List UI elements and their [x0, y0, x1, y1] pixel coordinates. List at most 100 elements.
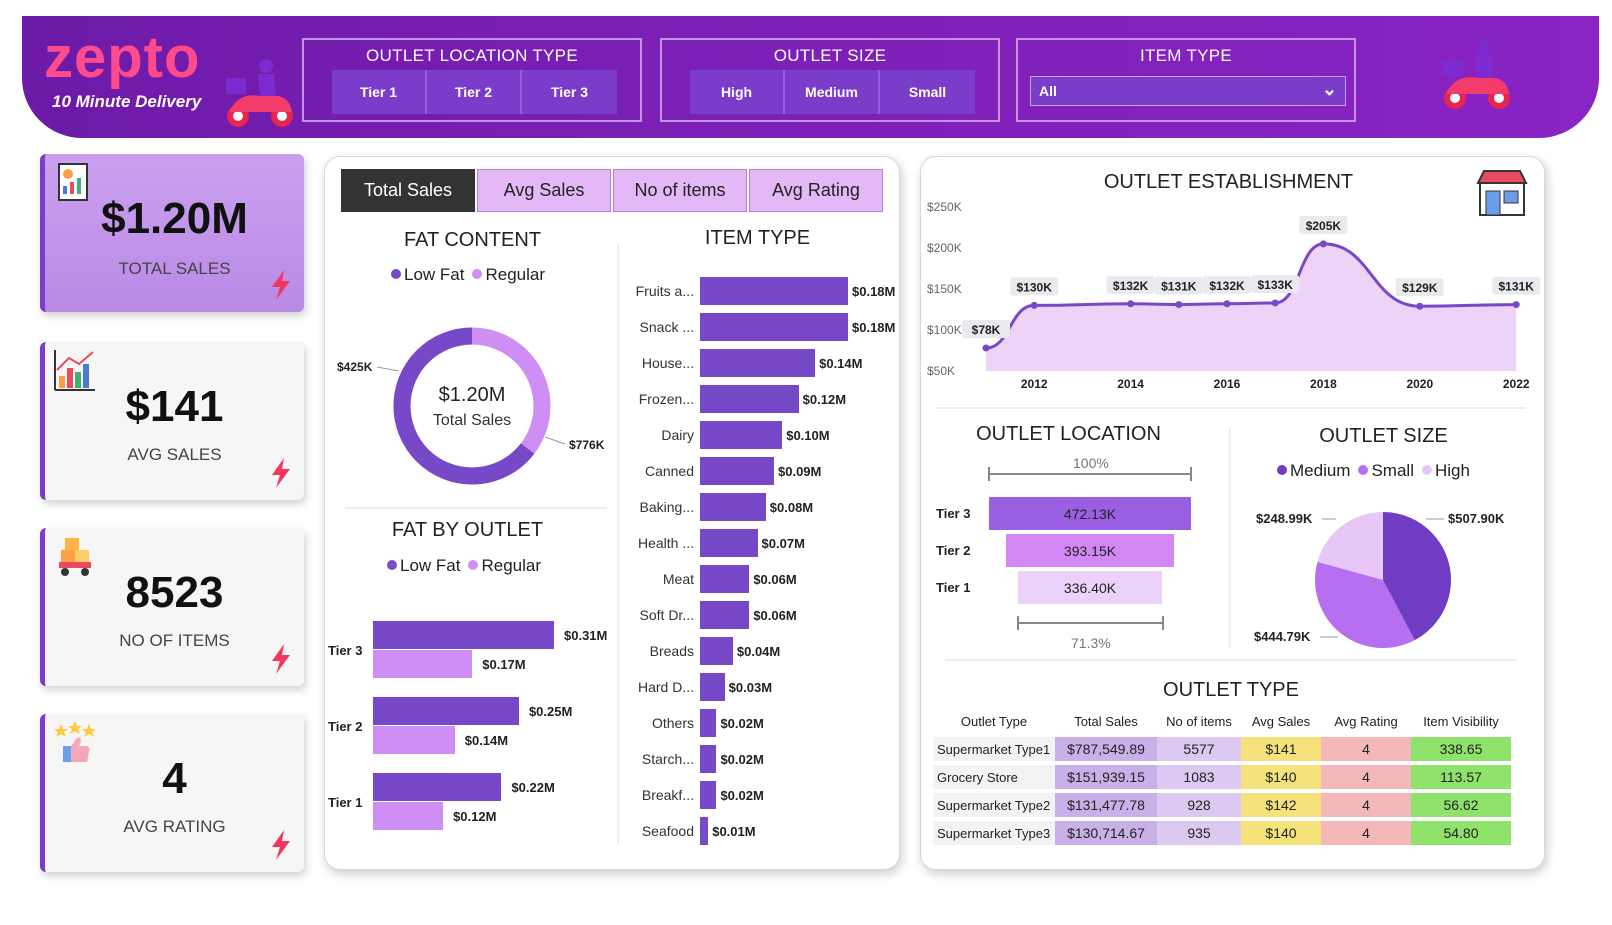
outlet-location-title: OUTLET LOCATION	[976, 423, 1161, 445]
size-small-button[interactable]: Small	[880, 70, 975, 114]
outlet-tier-label: Tier 2	[328, 719, 363, 734]
size-medium-button[interactable]: Medium	[785, 70, 880, 114]
y-tick-label: $250K	[927, 200, 962, 214]
outlet-type-table: Outlet Type Total Sales No of items Avg …	[933, 705, 1511, 849]
tier-2-button[interactable]: Tier 2	[427, 70, 522, 114]
regular-bar[interactable]	[373, 802, 444, 830]
table-cell: $140	[1241, 765, 1321, 789]
item-type-bar[interactable]	[700, 529, 758, 557]
metric-tabs: Total Sales Avg Sales No of items Avg Ra…	[341, 169, 885, 212]
table-cell: 4	[1321, 765, 1411, 789]
item-type-bar[interactable]	[700, 601, 750, 629]
item-type-bar[interactable]	[700, 673, 725, 701]
legend-item-medium: Medium	[1277, 461, 1350, 481]
table-cell: Grocery Store	[933, 765, 1055, 789]
low-fat-bar[interactable]	[373, 697, 519, 725]
table-cell: 4	[1321, 793, 1411, 817]
item-type-label: Breakf...	[641, 787, 694, 803]
table-cell: 113.57	[1411, 765, 1511, 789]
size-high-button[interactable]: High	[690, 70, 785, 114]
point-label: $130K	[1017, 280, 1053, 294]
x-tick-label: 2022	[1503, 377, 1530, 391]
item-type-label: Breads	[649, 643, 694, 659]
funnel-top-rule	[1190, 467, 1192, 481]
lightning-icon	[272, 270, 290, 300]
column-header[interactable]: Avg Rating	[1321, 709, 1411, 733]
item-type-slicer: ITEM TYPE All ⌄	[1016, 38, 1356, 122]
funnel-top-percent: 100%	[1073, 455, 1109, 471]
outlet-location-slicer: OUTLET LOCATION TYPE Tier 1 Tier 2 Tier …	[302, 38, 642, 122]
outlet-size-pie: $248.99K $507.90K $444.79K	[1254, 511, 1505, 648]
line-point	[1030, 301, 1038, 309]
item-type-bar[interactable]	[700, 493, 766, 521]
item-type-bar[interactable]	[700, 349, 816, 377]
legend-item-regular: Regular	[472, 265, 545, 285]
fat-content-legend: Low Fat Regular	[391, 265, 545, 285]
item-type-bar[interactable]	[700, 709, 717, 737]
item-type-bar[interactable]	[700, 385, 799, 413]
item-type-label: Starch...	[641, 751, 694, 767]
item-type-bar[interactable]	[700, 457, 774, 485]
column-header[interactable]: Outlet Type	[933, 709, 1055, 733]
item-type-bar[interactable]	[700, 637, 733, 665]
item-type-bar[interactable]	[700, 313, 848, 341]
lightning-icon	[272, 458, 290, 488]
bar-value: $0.14M	[464, 733, 509, 748]
outlet-size-slicer: OUTLET SIZE High Medium Small	[660, 38, 1000, 122]
table-cell: $131,477.78	[1055, 793, 1157, 817]
y-tick-label: $150K	[927, 282, 962, 296]
middle-panel: Total Sales Avg Sales No of items Avg Ra…	[324, 156, 900, 870]
item-type-dropdown[interactable]: All ⌄	[1030, 76, 1346, 106]
column-header[interactable]: Item Visibility	[1411, 709, 1511, 733]
slicer-title: OUTLET LOCATION TYPE	[366, 46, 578, 65]
low-fat-bar[interactable]	[373, 773, 502, 801]
table-row[interactable]: Supermarket Type2 $131,477.78 928 $142 4 56.6…	[933, 793, 1511, 817]
item-type-bar[interactable]	[700, 565, 750, 593]
item-type-value: $0.18M	[852, 320, 896, 335]
item-type-value: $0.12M	[802, 392, 847, 407]
donut-center-value: $1.20M	[439, 384, 506, 406]
kpi-label: NO OF ITEMS	[119, 631, 230, 650]
item-type-value: $0.01M	[712, 824, 756, 839]
tier-3-button[interactable]: Tier 3	[522, 70, 617, 114]
kpi-label: TOTAL SALES	[118, 259, 231, 278]
low-fat-slice-label: $776K	[569, 438, 605, 452]
tier-1-button[interactable]: Tier 1	[332, 70, 427, 114]
table-row[interactable]: Grocery Store $151,939.15 1083 $140 4 113.57	[933, 765, 1511, 789]
funnel-top-rule	[988, 473, 1192, 475]
table-row[interactable]: Supermarket Type3 $130,714.67 935 $140 4 54.8…	[933, 821, 1511, 845]
fat-content-donut: $1.20M Total Sales $425K $776K	[337, 327, 605, 485]
column-header[interactable]: Avg Sales	[1241, 709, 1321, 733]
funnel-bottom-rule	[1017, 622, 1164, 624]
item-type-bar[interactable]	[700, 421, 783, 449]
funnel-bar[interactable]: 393.15K	[1005, 534, 1175, 567]
item-type-bar[interactable]	[700, 817, 709, 845]
column-header[interactable]: Total Sales	[1055, 709, 1157, 733]
point-label: $129K	[1402, 281, 1438, 295]
table-cell: 338.65	[1411, 737, 1511, 761]
regular-bar[interactable]	[373, 650, 473, 678]
kpi-no-of-items: 8523 NO OF ITEMS	[40, 528, 304, 686]
column-header[interactable]: No of items	[1157, 709, 1241, 733]
tab-avg-rating[interactable]: Avg Rating	[749, 169, 883, 212]
item-type-value: $0.09M	[778, 464, 822, 479]
item-type-bar[interactable]	[700, 277, 848, 305]
kpi-label: AVG RATING	[123, 817, 226, 836]
line-point	[1416, 302, 1424, 310]
funnel-bar[interactable]: 472.13K	[989, 497, 1191, 530]
legend-item-high: High	[1421, 461, 1470, 481]
funnel-bar[interactable]: 336.40K	[1018, 571, 1162, 604]
item-type-bar[interactable]	[700, 781, 717, 809]
table-cell: 1083	[1157, 765, 1241, 789]
table-row[interactable]: Supermarket Type1 $787,549.89 5577 $141 4 338…	[933, 737, 1511, 761]
tab-no-of-items[interactable]: No of items	[613, 169, 747, 212]
tab-avg-sales[interactable]: Avg Sales	[477, 169, 611, 212]
table-cell: 54.80	[1411, 821, 1511, 845]
tab-total-sales[interactable]: Total Sales	[341, 169, 475, 212]
item-type-value: $0.04M	[736, 644, 781, 659]
item-type-bar[interactable]	[700, 745, 717, 773]
slicer-title: OUTLET SIZE	[773, 46, 887, 65]
low-fat-bar[interactable]	[373, 621, 554, 649]
regular-bar[interactable]	[373, 726, 455, 754]
item-type-value: $0.14M	[819, 356, 863, 371]
